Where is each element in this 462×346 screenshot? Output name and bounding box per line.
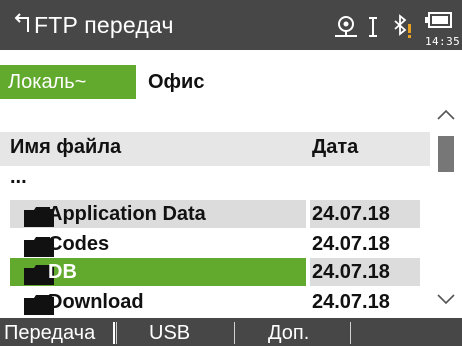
page-title: FTP передач [34, 12, 174, 38]
softkey-separator [234, 322, 235, 344]
row-name: Application Data [48, 203, 206, 225]
row-date: 24.07.18 [312, 291, 390, 313]
row-date: 24.07.18 [312, 261, 390, 283]
tab-office[interactable]: Офис [140, 65, 230, 99]
scroll-up-icon[interactable] [436, 108, 456, 122]
tab-local[interactable]: Локаль~ [0, 65, 136, 99]
title-bar: FTP передач 14:35 [0, 0, 462, 50]
table-row[interactable]: Codes 24.07.18 [0, 230, 430, 260]
row-name: DB [48, 261, 77, 283]
file-table: Имя файла Дата ... Application Data 24.0… [0, 98, 430, 318]
table-row[interactable]: Download 24.07.18 [0, 288, 430, 318]
target-icon [332, 14, 360, 38]
table-row-selected[interactable]: DB 24.07.18 [0, 258, 430, 288]
table-row[interactable]: Application Data 24.07.18 [0, 200, 430, 230]
row-date: 24.07.18 [312, 233, 390, 255]
text-caret [113, 322, 115, 344]
parent-directory-label: ... [10, 166, 27, 188]
softkey-more[interactable]: Доп. [268, 321, 309, 345]
row-name: Codes [48, 233, 110, 255]
row-date: 24.07.18 [312, 203, 390, 225]
scroll-down-icon[interactable] [436, 292, 456, 306]
column-header-date[interactable]: Дата [312, 136, 358, 159]
row-name-cell: DB [10, 258, 306, 286]
text-cursor-icon [366, 12, 380, 40]
row-name-cell: Codes [10, 230, 306, 258]
scrollbar[interactable] [430, 98, 462, 318]
row-name-cell: Application Data [10, 200, 306, 228]
parent-directory-row[interactable]: ... [0, 166, 430, 198]
column-header-name[interactable]: Имя файла [10, 136, 121, 159]
softkey-separator [116, 322, 117, 344]
row-name-cell: Download [10, 288, 306, 316]
softkey-transfer[interactable]: Передача [4, 321, 95, 345]
table-header: Имя файла Дата [0, 132, 430, 166]
battery-icon [420, 12, 454, 30]
softkey-separator [350, 322, 351, 344]
clock-readout: 14:35 [425, 35, 461, 48]
softkey-bar: Передача USB Доп. [0, 318, 462, 346]
softkey-usb[interactable]: USB [149, 321, 190, 345]
scroll-thumb[interactable] [438, 136, 454, 172]
tab-bar: Локаль~ Офис [0, 50, 462, 99]
row-name: Download [48, 291, 144, 313]
bluetooth-warning-icon [392, 12, 414, 40]
back-arrow-icon[interactable] [12, 12, 32, 36]
